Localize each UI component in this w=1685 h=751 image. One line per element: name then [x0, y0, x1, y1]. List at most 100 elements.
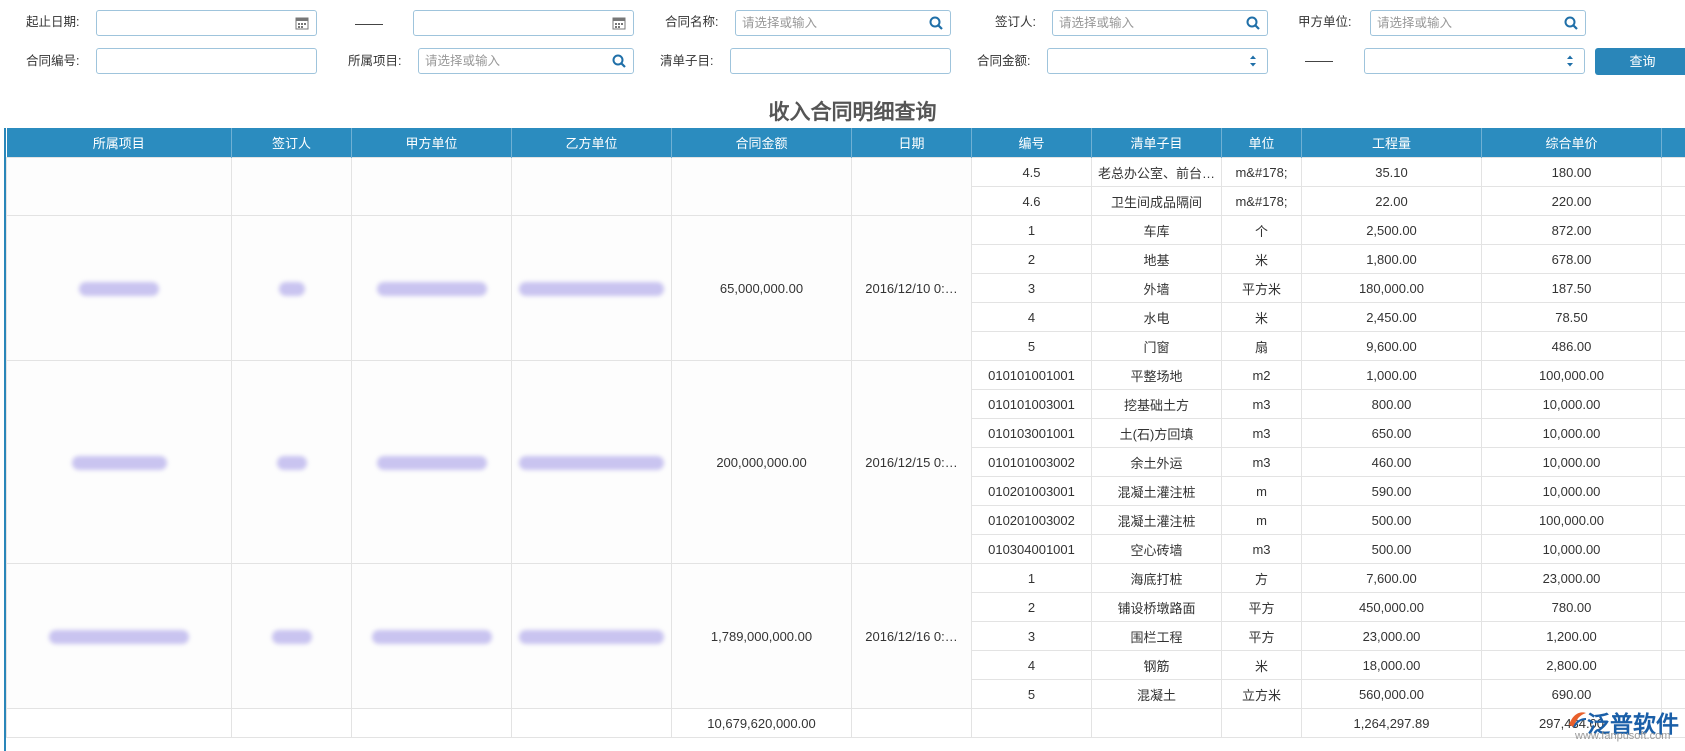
- date-label: 起止日期:: [26, 15, 80, 29]
- unit-price-cell: 486.00: [1481, 331, 1662, 361]
- spacer-cell: [1661, 447, 1685, 477]
- unit-cell: m2: [1221, 360, 1302, 390]
- table-row[interactable]: 65,000,000.00 2016/12/10 0:… 1 车库个 2,500.00 8…: [6, 215, 1685, 361]
- start-date-input[interactable]: [96, 10, 317, 36]
- column-header[interactable]: 签订人: [231, 128, 352, 158]
- search-icon[interactable]: [1245, 15, 1261, 31]
- project-cell: [6, 215, 232, 361]
- quantity-cell: 590.00: [1301, 476, 1482, 506]
- spacer-cell: [1661, 273, 1685, 303]
- sub-item-label: 清单子目:: [660, 54, 714, 68]
- unit-cell: m&#178;: [1221, 157, 1302, 187]
- column-header[interactable]: 清单子目: [1091, 128, 1222, 158]
- unit-price-cell: 678.00: [1481, 244, 1662, 274]
- sub-item-cell: 门窗: [1091, 331, 1222, 361]
- quantity-cell: 1,000.00: [1301, 360, 1482, 390]
- unit-cell: 立方米: [1221, 679, 1302, 709]
- sub-item-cell: 卫生间成品隔间: [1091, 186, 1222, 216]
- signer-input[interactable]: 请选择或输入: [1052, 10, 1268, 36]
- spacer-cell: [1661, 186, 1685, 216]
- unit-price-cell: 872.00: [1481, 215, 1662, 245]
- party-a-cell: [351, 563, 512, 709]
- calendar-icon[interactable]: [294, 15, 310, 31]
- amount-label: 合同金额:: [977, 54, 1031, 68]
- column-header[interactable]: 乙方单位: [511, 128, 672, 158]
- spacer-cell: [1661, 476, 1685, 506]
- contract-amount-cell: 1,789,000,000.00: [671, 563, 852, 709]
- spacer-cell: [1661, 650, 1685, 680]
- amount-min-input[interactable]: [1047, 48, 1268, 74]
- code-cell: 010304001001: [971, 534, 1092, 564]
- column-header[interactable]: 日期: [851, 128, 972, 158]
- code-cell: 4: [971, 650, 1092, 680]
- unit-price-cell: 180.00: [1481, 157, 1662, 187]
- contract-no-label: 合同编号:: [26, 54, 80, 68]
- unit-price-cell: 10,000.00: [1481, 389, 1662, 419]
- empty-cell: [971, 708, 1092, 738]
- redacted-text: [376, 455, 487, 470]
- unit-price-cell: 2,800.00: [1481, 650, 1662, 680]
- redacted-text: [71, 455, 167, 470]
- calendar-icon[interactable]: [611, 15, 627, 31]
- code-cell: 010101001001: [971, 360, 1092, 390]
- empty-cell: [1091, 708, 1222, 738]
- quantity-cell: 35.10: [1301, 157, 1482, 187]
- column-header[interactable]: 所属项目: [6, 128, 232, 158]
- table-header: 所属项目 签订人 甲方单位 乙方单位 合同金额 日期 编号 清单子目 单位 工程量 综合单价: [6, 128, 1685, 158]
- contract-amount-cell: [671, 157, 852, 216]
- signer-label: 签订人:: [995, 15, 1036, 29]
- amount-max-input[interactable]: [1364, 48, 1585, 74]
- quantity-cell: 500.00: [1301, 534, 1482, 564]
- search-icon[interactable]: [928, 15, 944, 31]
- contract-detail-table: 所属项目 签订人 甲方单位 乙方单位 合同金额 日期 编号 清单子目 单位 工程量 综合单价 4.5…: [4, 128, 1685, 751]
- query-button[interactable]: 查询: [1595, 48, 1685, 75]
- table-row[interactable]: 200,000,000.00 2016/12/15 0:… 010101001001…: [6, 360, 1685, 564]
- column-header[interactable]: 合同金额: [671, 128, 852, 158]
- code-cell: 3: [971, 621, 1092, 651]
- column-header[interactable]: 编号: [971, 128, 1092, 158]
- unit-cell: 平方米: [1221, 273, 1302, 303]
- spinner-icon[interactable]: [1245, 53, 1261, 69]
- table-row[interactable]: 4.5 老总办公室、前台… m&#178; 35.10 180.00: [6, 157, 1685, 216]
- table-row[interactable]: 1,789,000,000.00 2016/12/16 0:… 1 海底打桩方 7,60…: [6, 563, 1685, 709]
- unit-cell: m3: [1221, 447, 1302, 477]
- spacer-cell: [1661, 563, 1685, 593]
- project-cell: [6, 563, 232, 709]
- code-cell: 2: [971, 592, 1092, 622]
- date-cell: 2016/12/10 0:…: [851, 215, 972, 361]
- spacer-cell: [1661, 418, 1685, 448]
- column-header[interactable]: 单位: [1221, 128, 1302, 158]
- quantity-cell: 450,000.00: [1301, 592, 1482, 622]
- unit-price-cell: 100,000.00: [1481, 360, 1662, 390]
- sub-item-cell: 老总办公室、前台…: [1091, 157, 1222, 187]
- unit-price-cell: 100,000.00: [1481, 505, 1662, 535]
- code-cell: 2: [971, 244, 1092, 274]
- code-cell: 4.5: [971, 157, 1092, 187]
- signer-cell: [231, 563, 352, 709]
- search-icon[interactable]: [1563, 15, 1579, 31]
- end-date-input[interactable]: [413, 10, 634, 36]
- project-input[interactable]: 请选择或输入: [418, 48, 634, 74]
- spacer-cell: [1661, 331, 1685, 361]
- party-a-input[interactable]: 请选择或输入: [1370, 10, 1586, 36]
- column-header[interactable]: 甲方单位: [351, 128, 512, 158]
- empty-cell: [511, 708, 672, 738]
- column-header[interactable]: 综合单价: [1481, 128, 1662, 158]
- signer-cell: [231, 157, 352, 216]
- contract-no-input[interactable]: [96, 48, 317, 74]
- quantity-cell: 460.00: [1301, 447, 1482, 477]
- contract-amount-cell: 200,000,000.00: [671, 360, 852, 564]
- search-icon[interactable]: [611, 53, 627, 69]
- unit-cell: 平方: [1221, 592, 1302, 622]
- sub-item-input[interactable]: [730, 48, 951, 74]
- column-header[interactable]: 工程量: [1301, 128, 1482, 158]
- contract-name-input[interactable]: 请选择或输入: [735, 10, 951, 36]
- spacer-cell: [1661, 302, 1685, 332]
- spinner-icon[interactable]: [1562, 53, 1578, 69]
- amount-range-dash: [1305, 61, 1333, 62]
- quantity-cell: 500.00: [1301, 505, 1482, 535]
- unit-price-cell: 78.50: [1481, 302, 1662, 332]
- date-cell: 2016/12/16 0:…: [851, 563, 972, 709]
- unit-price-cell: 1,200.00: [1481, 621, 1662, 651]
- code-cell: 3: [971, 273, 1092, 303]
